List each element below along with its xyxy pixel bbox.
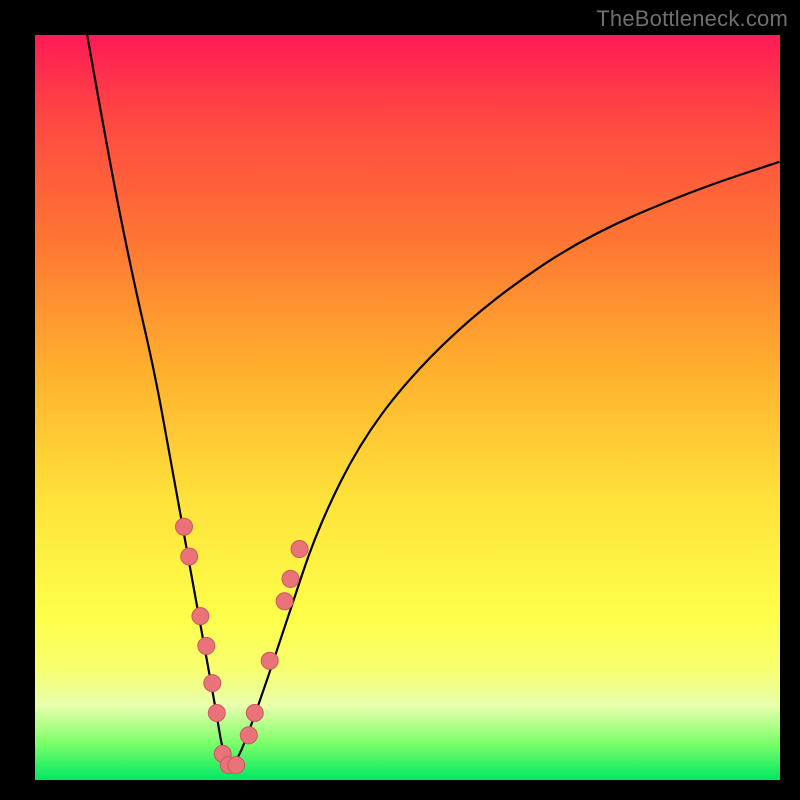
bead-marker	[291, 541, 308, 558]
bead-marker	[282, 570, 299, 587]
watermark-text: TheBottleneck.com	[596, 6, 788, 32]
bead-marker	[240, 727, 257, 744]
bead-marker	[204, 675, 221, 692]
bead-marker	[228, 757, 245, 774]
highlight-beads	[176, 518, 309, 773]
bead-marker	[181, 548, 198, 565]
bead-marker	[261, 652, 278, 669]
bead-marker	[208, 705, 225, 722]
plot-area	[35, 35, 780, 780]
bead-marker	[176, 518, 193, 535]
bead-marker	[198, 637, 215, 654]
chart-svg	[35, 35, 780, 780]
chart-frame: TheBottleneck.com	[0, 0, 800, 800]
bead-marker	[246, 705, 263, 722]
bead-marker	[192, 608, 209, 625]
bead-marker	[276, 593, 293, 610]
bottleneck-curve	[87, 35, 780, 765]
